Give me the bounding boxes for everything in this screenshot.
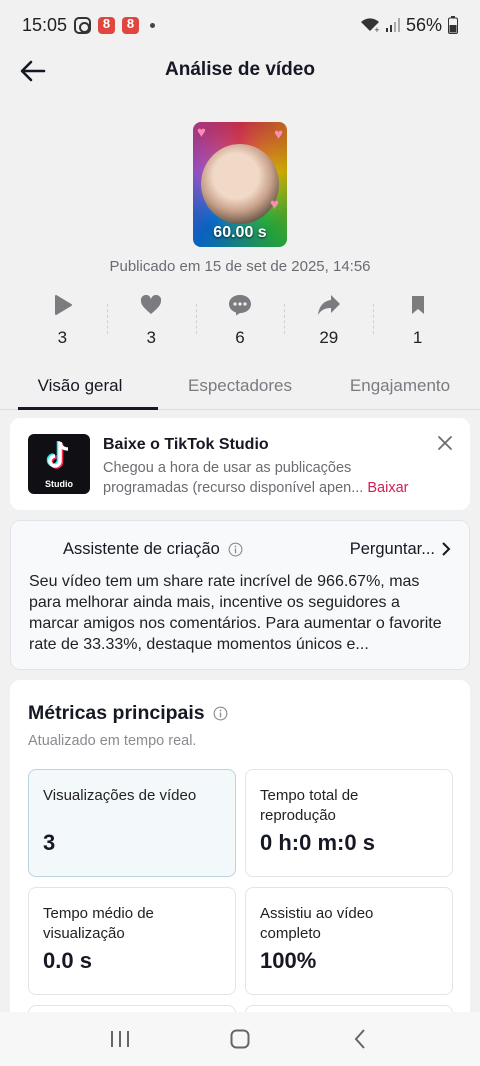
stat-value: 1 xyxy=(412,328,423,347)
metric-card-watched-full-video[interactable]: Assistiu ao vídeo completo 100% xyxy=(245,887,453,995)
home-icon xyxy=(230,1029,250,1049)
battery-percent: 56% xyxy=(405,14,442,35)
ask-button[interactable]: Perguntar... xyxy=(350,540,451,559)
video-duration: 60.00 s xyxy=(213,224,267,241)
arrow-left-icon[interactable] xyxy=(18,56,48,86)
chevron-right-icon xyxy=(442,542,451,556)
app-notification-icon xyxy=(98,16,116,34)
tab-bar: Visão geral Espectadores Engajamento xyxy=(0,366,480,410)
status-left: 15:05 xyxy=(22,14,156,36)
metric-value: 0 h:0 m:0 s xyxy=(260,830,375,855)
creation-assistant-card[interactable]: Assistente de criação Perguntar... Seu v… xyxy=(10,520,470,670)
chevron-left-icon xyxy=(354,1029,365,1049)
stat-plays: 3 xyxy=(18,292,107,356)
banner-text: Baixe o TikTok Studio Chegou a hora de u… xyxy=(103,434,452,496)
stat-value: 3 xyxy=(57,328,68,347)
metric-value: 100% xyxy=(260,948,317,973)
stat-value: 3 xyxy=(146,328,156,347)
banner-title: Baixe o TikTok Studio xyxy=(103,436,269,453)
metric-label: Visualizações de vídeo xyxy=(43,787,197,804)
status-time: 15:05 xyxy=(22,14,68,35)
stat-value: 6 xyxy=(235,328,245,347)
tab-viewers[interactable]: Espectadores xyxy=(160,366,320,409)
recent-apps-icon xyxy=(111,1031,129,1047)
stat-likes: 3 xyxy=(106,292,196,356)
metrics-title-row: Métricas principais xyxy=(28,702,452,725)
stat-comments: 6 xyxy=(195,292,285,356)
metrics-grid: Visualizações de vídeo 3 Tempo total de … xyxy=(28,769,453,1045)
app-notification-icon xyxy=(122,16,140,34)
status-bar: 15:05 + 56% xyxy=(0,0,480,50)
heart-decoration-icon: ♥ xyxy=(270,196,279,213)
key-metrics-section: Métricas principais Atualizado em tempo … xyxy=(10,680,470,1045)
metric-card-total-play-time[interactable]: Tempo total de reprodução 0 h:0 m:0 s xyxy=(245,769,453,877)
page-title: Análise de vídeo xyxy=(165,59,315,80)
metric-value: 3 xyxy=(43,830,56,855)
status-right: + 56% xyxy=(360,15,458,36)
banner-description-text: Chegou a hora de usar as publicações pro… xyxy=(103,460,364,496)
published-date: Publicado em 15 de set de 2025, 14:56 xyxy=(109,258,371,275)
share-icon xyxy=(317,295,340,315)
wifi-icon: + xyxy=(360,18,380,33)
back-button[interactable] xyxy=(340,1024,380,1054)
play-icon xyxy=(55,295,73,315)
metric-value: 0.0 s xyxy=(43,948,92,973)
stats-row: 3 3 6 29 1 xyxy=(18,292,462,356)
ask-label: Perguntar... xyxy=(349,539,435,558)
assistant-title: Assistente de criação xyxy=(63,539,220,558)
tab-engagement[interactable]: Engajamento xyxy=(320,366,480,409)
tab-overview[interactable]: Visão geral xyxy=(0,366,160,410)
assistant-header: Assistente de criação Perguntar... xyxy=(29,539,451,559)
assistant-message: Seu vídeo tem um share rate incrível de … xyxy=(29,573,442,653)
comment-icon xyxy=(228,295,251,316)
recent-apps-button[interactable] xyxy=(100,1024,140,1054)
close-icon[interactable] xyxy=(436,434,454,452)
logo-label: Studio xyxy=(45,479,73,489)
header: Análise de vídeo xyxy=(0,50,480,90)
banner-description: Chegou a hora de usar as publicações pro… xyxy=(103,458,428,498)
battery-icon xyxy=(448,16,458,34)
tiktok-logo-icon xyxy=(46,441,69,469)
heart-decoration-icon: ♥ xyxy=(274,126,283,143)
metric-card-average-watch-time[interactable]: Tempo médio de visualização 0.0 s xyxy=(28,887,236,995)
download-link[interactable]: Baixar xyxy=(367,480,408,496)
instagram-icon xyxy=(74,16,92,34)
video-thumbnail[interactable]: ♥ ♥ ♥ 60.00 s xyxy=(193,122,287,247)
metric-card-video-views[interactable]: Visualizações de vídeo 3 xyxy=(28,769,236,877)
metric-label: Assistiu ao vídeo completo xyxy=(260,905,374,942)
dot-icon xyxy=(150,22,156,28)
metrics-subtitle: Atualizado em tempo real. xyxy=(28,733,197,749)
bookmark-icon xyxy=(411,296,424,314)
signal-icon xyxy=(385,18,400,32)
info-icon[interactable] xyxy=(228,542,243,557)
metrics-title: Métricas principais xyxy=(28,702,205,724)
heart-decoration-icon: ♥ xyxy=(197,124,206,141)
metric-label: Tempo médio de visualização xyxy=(43,905,154,942)
tiktok-studio-logo: Studio xyxy=(28,434,90,494)
system-navigation-bar xyxy=(0,1012,480,1066)
svg-text:+: + xyxy=(374,26,380,33)
metric-label: Tempo total de reprodução xyxy=(260,787,359,824)
stat-favorites: 1 xyxy=(373,292,462,356)
info-icon[interactable] xyxy=(213,706,228,721)
thumbnail-image xyxy=(201,144,279,224)
heart-icon xyxy=(141,295,162,314)
stat-shares: 29 xyxy=(284,292,373,356)
stat-value: 29 xyxy=(319,328,339,347)
studio-banner[interactable]: Studio Baixe o TikTok Studio Chegou a ho… xyxy=(10,418,470,510)
home-button[interactable] xyxy=(220,1024,260,1054)
